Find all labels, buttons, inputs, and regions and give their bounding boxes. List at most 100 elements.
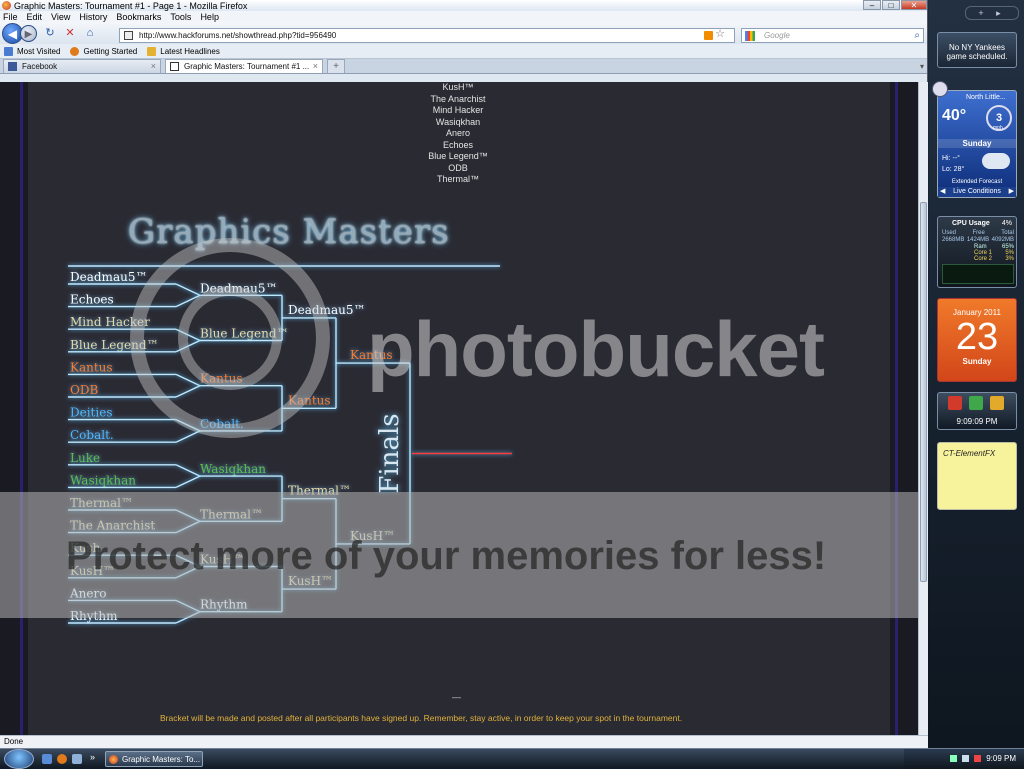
weather-gadget[interactable]: North Little... 40° 3 mph Sunday Hi: --°… bbox=[932, 81, 1017, 198]
weather-day: Sunday bbox=[938, 139, 1016, 148]
search-icon[interactable]: ⌕ bbox=[914, 29, 920, 42]
network-icon[interactable] bbox=[949, 755, 957, 763]
photobucket-watermark: photobucket bbox=[367, 305, 825, 393]
free-value: 1424MB bbox=[966, 237, 990, 243]
menu-history[interactable]: History bbox=[79, 12, 107, 22]
bookmark-star-icon[interactable]: ☆ bbox=[715, 28, 725, 41]
bracket-line bbox=[175, 464, 201, 477]
close-button[interactable]: ✕ bbox=[901, 0, 927, 10]
watermark-banner-text: Protect more of your memories for less! bbox=[66, 534, 827, 578]
weather-prev-icon[interactable]: ◀ bbox=[940, 187, 945, 197]
volume-icon[interactable] bbox=[961, 755, 969, 763]
round1-entry: Kantus bbox=[70, 360, 113, 374]
memory-values: 2668MB 1424MB 4092MB bbox=[942, 237, 1014, 243]
home-icon[interactable]: ⌂ bbox=[83, 26, 97, 40]
round1-entry: Luke bbox=[70, 451, 100, 465]
facebook-icon bbox=[8, 62, 17, 71]
core2-row: Core 2 3% bbox=[942, 256, 1014, 262]
core2-label: Core 2 bbox=[974, 256, 993, 262]
tray-clock[interactable]: 9:09 PM bbox=[986, 754, 1016, 763]
sticky-note-gadget[interactable]: CT-ElementFX bbox=[937, 442, 1017, 510]
most-visited-icon bbox=[4, 46, 13, 56]
search-bar[interactable]: Google ⌕ bbox=[741, 28, 924, 43]
tab-facebook[interactable]: Facebook × bbox=[3, 59, 161, 73]
round1-entry: ODB bbox=[70, 383, 98, 397]
rss-feed-icon[interactable] bbox=[704, 31, 713, 40]
total-header: Total bbox=[1001, 230, 1014, 236]
bookmark-label: Latest Headlines bbox=[160, 46, 220, 56]
menu-edit[interactable]: Edit bbox=[27, 12, 43, 22]
taskbar-item-label: Graphic Masters: To... bbox=[122, 755, 201, 764]
tab-list-icon[interactable]: ▾ bbox=[920, 62, 924, 71]
new-tab-button[interactable]: + bbox=[327, 59, 345, 73]
round1-entry: Echoes bbox=[70, 293, 114, 307]
round1-entry: Cobalt. bbox=[70, 428, 114, 442]
bookmark-latest-headlines[interactable]: Latest Headlines bbox=[147, 46, 220, 56]
reload-icon[interactable]: ↻ bbox=[43, 26, 57, 40]
rss-icon bbox=[147, 46, 157, 56]
status-bar: Done bbox=[0, 735, 928, 748]
weather-location: North Little... bbox=[966, 94, 1006, 101]
stop-icon[interactable]: ✕ bbox=[63, 26, 77, 40]
menu-help[interactable]: Help bbox=[200, 12, 219, 22]
menu-bar: File Edit View History Bookmarks Tools H… bbox=[0, 11, 927, 22]
live-conditions-bar[interactable]: ◀ Live Conditions ▶ bbox=[938, 187, 1016, 197]
clock-gadget[interactable]: 9:09:09 PM bbox=[937, 392, 1017, 430]
yankees-gadget[interactable]: No NY Yankees game scheduled. bbox=[937, 32, 1017, 68]
menu-file[interactable]: File bbox=[3, 12, 18, 22]
wind-speed: 3 bbox=[995, 112, 1003, 124]
round1-entry: Wasiqkhan bbox=[70, 473, 136, 487]
quicklaunch-more-icon[interactable]: » bbox=[90, 752, 95, 762]
total-value: 4092MB bbox=[991, 237, 1014, 243]
page-content: KusH™ The Anarchist Mind Hacker Wasiqkhan An… bbox=[0, 82, 928, 735]
cpu-percent: 4% bbox=[1001, 220, 1012, 227]
core2-percent: 3% bbox=[1005, 256, 1014, 262]
start-button[interactable] bbox=[4, 749, 34, 769]
system-tray: 9:09 PM bbox=[904, 749, 1024, 769]
photobucket-logo-inner-ring bbox=[178, 286, 282, 390]
search-placeholder: Google bbox=[764, 31, 790, 40]
bracket-title: Graphics Masters bbox=[128, 212, 450, 252]
page-icon bbox=[170, 62, 179, 71]
calendar-gadget[interactable]: January 2011 23 Sunday bbox=[937, 298, 1017, 382]
bookmark-getting-started[interactable]: Getting Started bbox=[70, 46, 137, 56]
owl-icon bbox=[932, 81, 948, 97]
weather-next-icon[interactable]: ▶ bbox=[1009, 187, 1014, 197]
switch-windows-icon[interactable] bbox=[72, 754, 82, 764]
menu-view[interactable]: View bbox=[51, 12, 70, 22]
clock-time: 9:09:09 PM bbox=[956, 417, 998, 426]
lock-icon[interactable] bbox=[990, 396, 1004, 410]
forward-button[interactable]: ▶ bbox=[20, 24, 37, 42]
minimize-button[interactable]: – bbox=[863, 0, 881, 10]
bookmark-most-visited[interactable]: Most Visited bbox=[4, 46, 60, 56]
menu-bookmarks[interactable]: Bookmarks bbox=[116, 12, 161, 22]
antivirus-icon[interactable] bbox=[973, 755, 981, 763]
sidebar-controls[interactable]: + ▸ bbox=[965, 6, 1019, 20]
getting-started-icon bbox=[70, 46, 80, 56]
url-bar[interactable]: http://www.hackforums.net/showthread.php… bbox=[119, 28, 735, 43]
extended-forecast-link[interactable]: Extended Forecast bbox=[938, 179, 1016, 185]
tab-close-icon[interactable]: × bbox=[313, 60, 318, 73]
firefox-quicklaunch-icon[interactable] bbox=[57, 754, 67, 764]
used-value: 2668MB bbox=[942, 237, 965, 243]
memory-column-headers: Used Free Total bbox=[942, 230, 1014, 236]
used-header: Used bbox=[942, 230, 957, 236]
weather-hi: Hi: --° bbox=[942, 155, 960, 162]
finals-label: Finals bbox=[375, 413, 405, 493]
site-icon bbox=[124, 31, 133, 40]
cpu-usage-gadget[interactable]: CPU Usage 4% Used Free Total 2668MB 1424MB 4… bbox=[937, 216, 1017, 288]
power-icon[interactable] bbox=[948, 396, 962, 410]
sticky-note-text[interactable]: CT-ElementFX bbox=[943, 449, 995, 458]
separator-dash: — bbox=[452, 692, 461, 702]
restart-icon[interactable] bbox=[969, 396, 983, 410]
tab-graphic-masters[interactable]: Graphic Masters: Tournament #1 ... × bbox=[165, 59, 323, 73]
taskbar-firefox-button[interactable]: Graphic Masters: To... bbox=[105, 751, 203, 767]
show-desktop-icon[interactable] bbox=[42, 754, 52, 764]
maximize-button[interactable]: □ bbox=[882, 0, 900, 10]
title-bar: Graphic Masters: Tournament #1 - Page 1 … bbox=[0, 0, 927, 11]
menu-tools[interactable]: Tools bbox=[170, 12, 191, 22]
tab-close-icon[interactable]: × bbox=[151, 60, 156, 73]
vertical-scrollbar[interactable] bbox=[918, 82, 928, 735]
google-icon[interactable] bbox=[745, 31, 755, 41]
scrollbar-thumb[interactable] bbox=[920, 202, 927, 582]
